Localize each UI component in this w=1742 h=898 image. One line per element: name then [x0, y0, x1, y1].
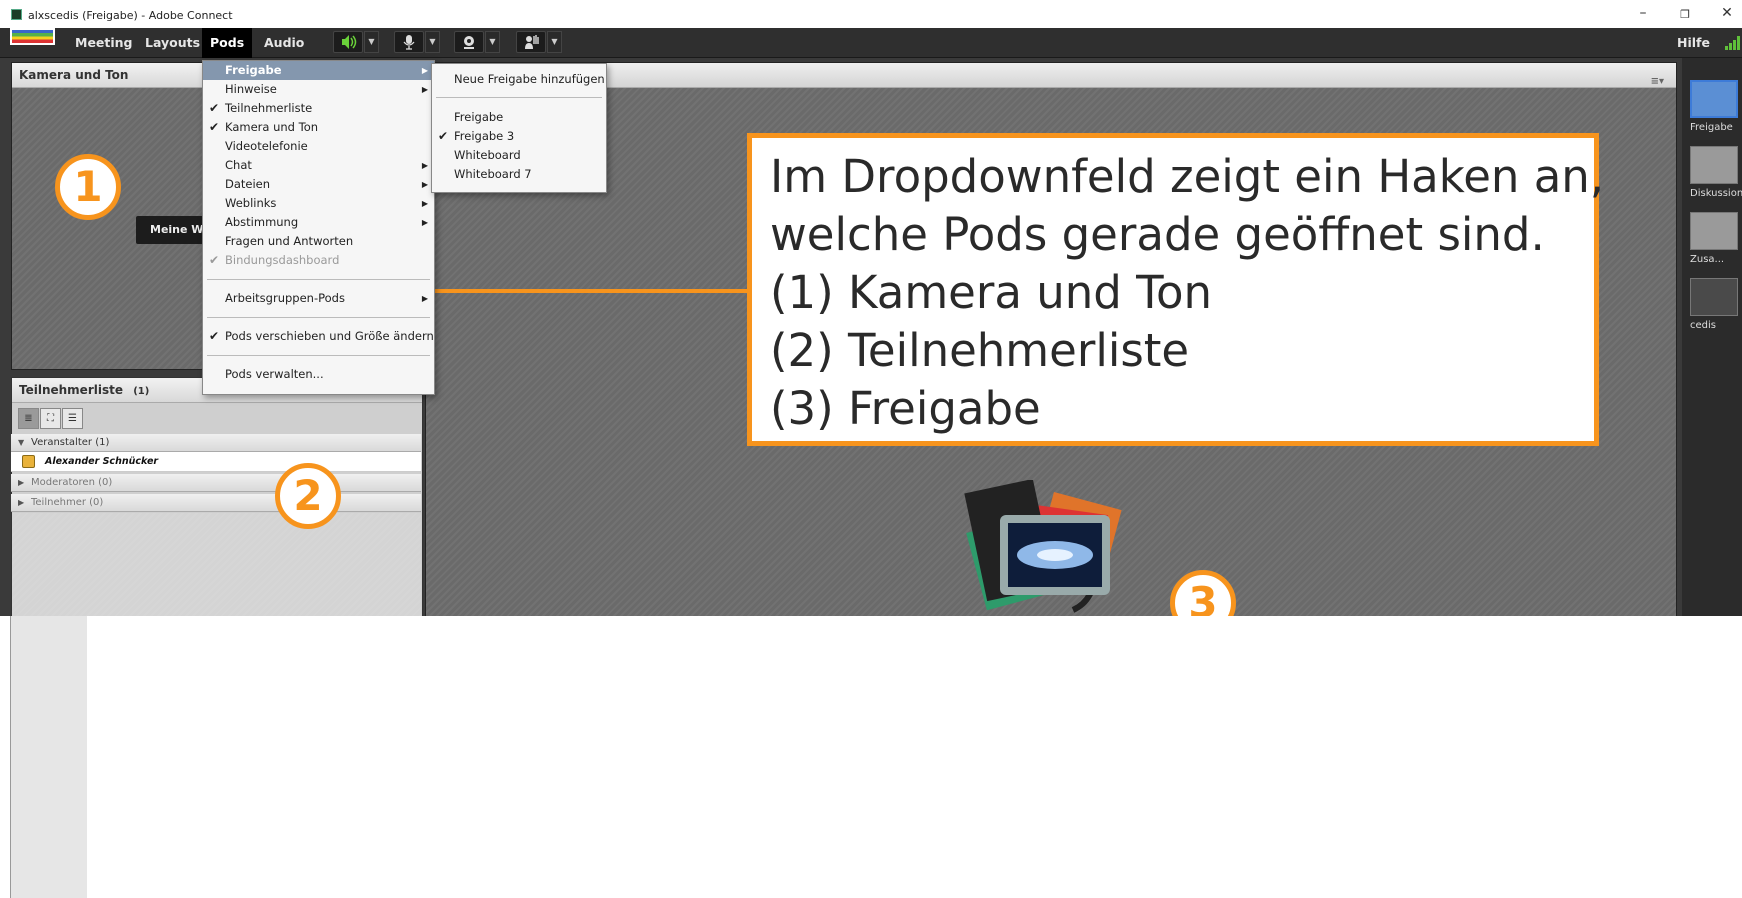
- speaker-dropdown-icon[interactable]: ▼: [364, 31, 379, 53]
- layout-zusammenarbeit[interactable]: Zusa...: [1690, 212, 1742, 265]
- app-icon: [11, 9, 22, 20]
- submenu-item-whiteboard[interactable]: Whiteboard: [432, 146, 606, 165]
- menu-item-pods-verwalten[interactable]: Pods verwalten...: [203, 365, 434, 384]
- menu-item-arbeitsgruppen-pods[interactable]: Arbeitsgruppen-Pods ▶: [203, 289, 434, 308]
- pods-dropdown-menu: Freigabe ▶ Hinweise ▶ ✔ Teilnehmerliste ✔ Ka…: [202, 60, 435, 395]
- webcam-dropdown-icon[interactable]: ▼: [485, 31, 500, 53]
- freigabe-submenu: Neue Freigabe hinzufügen Freigabe ✔ Freig…: [431, 63, 607, 193]
- webcam-icon[interactable]: [454, 31, 484, 53]
- submenu-arrow-icon: ▶: [421, 161, 428, 170]
- raise-hand-dropdown-icon[interactable]: ▼: [547, 31, 562, 53]
- window-titlebar: alxscedis (Freigabe) - Adobe Connect – ❐…: [0, 0, 1742, 28]
- group-participants[interactable]: ▶ Teilnehmer (0): [11, 494, 421, 512]
- menu-item-abstimmung[interactable]: Abstimmung ▶: [203, 213, 434, 232]
- menu-help[interactable]: Hilfe: [1669, 28, 1718, 58]
- checkmark-icon: ✔: [438, 129, 449, 143]
- menu-pods[interactable]: Pods: [202, 28, 253, 58]
- submenu-item-freigabe[interactable]: Freigabe: [432, 108, 606, 127]
- submenu-arrow-icon: ▶: [421, 85, 428, 94]
- grid-view-icon[interactable]: ⛶: [40, 408, 61, 429]
- menu-item-teilnehmerliste[interactable]: ✔ Teilnehmerliste: [203, 99, 434, 118]
- layout-diskussion[interactable]: Diskussion: [1690, 146, 1742, 199]
- minimize-button[interactable]: –: [1628, 5, 1658, 21]
- collapsed-arrow-icon: ▶: [18, 498, 25, 507]
- raise-hand-icon[interactable]: [516, 31, 546, 53]
- menu-layouts[interactable]: Layouts: [137, 28, 208, 58]
- menu-separator: [207, 279, 430, 280]
- attendee-view-toolbar: ≣ ⛶ ☰: [18, 408, 86, 430]
- menu-item-freigabe[interactable]: Freigabe ▶: [203, 61, 434, 80]
- menu-separator: [207, 317, 430, 318]
- list-view-icon[interactable]: ≣: [18, 408, 39, 429]
- collapsed-arrow-icon: ▶: [18, 478, 25, 487]
- menu-item-weblinks[interactable]: Weblinks ▶: [203, 194, 434, 213]
- expanded-arrow-icon: ▼: [18, 438, 25, 447]
- layout-thumbnail: [1690, 80, 1738, 118]
- menu-item-dateien[interactable]: Dateien ▶: [203, 175, 434, 194]
- menu-separator: [436, 97, 602, 98]
- callout-line: (1) Kamera und Ton: [770, 266, 1213, 319]
- checkmark-icon: ✔: [209, 329, 220, 343]
- window-title: alxscedis (Freigabe) - Adobe Connect: [28, 9, 233, 22]
- group-presenters[interactable]: ▶ Moderatoren (0): [11, 474, 421, 492]
- layout-freigabe[interactable]: Freigabe: [1690, 80, 1742, 133]
- badge-1: 1: [55, 154, 121, 220]
- submenu-item-freigabe-3[interactable]: ✔ Freigabe 3: [432, 127, 606, 146]
- callout-line: Im Dropdownfeld zeigt ein Haken an,: [770, 150, 1605, 203]
- speaker-icon[interactable]: [333, 31, 363, 53]
- badge-2: 2: [275, 463, 341, 529]
- share-content-illustration-icon: [964, 480, 1122, 613]
- layout-cedis[interactable]: cedis: [1690, 278, 1742, 331]
- attendee-list-empty-area: [12, 513, 421, 616]
- menu-item-chat[interactable]: Chat ▶: [203, 156, 434, 175]
- menu-item-videotelefonie[interactable]: Videotelefonie: [203, 137, 434, 156]
- submenu-item-whiteboard-7[interactable]: Whiteboard 7: [432, 165, 606, 184]
- menu-item-bindungsdashboard: ✔ Bindungsdashboard: [203, 251, 434, 270]
- submenu-item-neue-freigabe[interactable]: Neue Freigabe hinzufügen: [432, 70, 606, 89]
- submenu-arrow-icon: ▶: [421, 66, 428, 75]
- callout-connector: [430, 289, 748, 293]
- restore-button[interactable]: ❐: [1670, 8, 1700, 21]
- callout-line: (3) Freigabe: [770, 382, 1041, 435]
- menu-separator: [207, 355, 430, 356]
- checkmark-icon: ✔: [209, 120, 220, 134]
- close-button[interactable]: ✕: [1712, 5, 1742, 21]
- menu-item-kamera-und-ton[interactable]: ✔ Kamera und Ton: [203, 118, 434, 137]
- adobe-connect-logo-icon: [10, 28, 55, 45]
- callout-line: (2) Teilnehmerliste: [770, 324, 1190, 377]
- microphone-dropdown-icon[interactable]: ▼: [425, 31, 440, 53]
- menu-audio[interactable]: Audio: [256, 28, 312, 58]
- menu-item-fragen-und-antworten[interactable]: Fragen und Antworten: [203, 232, 434, 251]
- layout-thumbnail: [1690, 146, 1738, 184]
- host-user-icon: [22, 455, 35, 468]
- layout-thumbnail: [1690, 278, 1738, 316]
- microphone-icon[interactable]: [394, 31, 424, 53]
- attendee-count: (1): [133, 386, 150, 397]
- annotation-callout: Im Dropdownfeld zeigt ein Haken an, welc…: [747, 133, 1605, 446]
- user-detail-icon[interactable]: ☰: [62, 408, 83, 429]
- signal-strength-icon: [1725, 36, 1740, 50]
- submenu-arrow-icon: ▶: [421, 199, 428, 208]
- attendee-row[interactable]: Alexander Schnücker: [11, 452, 421, 472]
- layouts-bar: [1682, 58, 1742, 616]
- menu-meeting[interactable]: Meeting: [67, 28, 141, 58]
- left-gray-strip: [10, 616, 87, 898]
- attendee-pod-title: Teilnehmerliste: [19, 383, 123, 397]
- menu-item-pods-verschieben[interactable]: ✔ Pods verschieben und Größe ändern: [203, 327, 434, 346]
- submenu-arrow-icon: ▶: [421, 294, 428, 303]
- share-pod-header: ≡▾: [426, 63, 1676, 88]
- layout-thumbnail: [1690, 212, 1738, 250]
- menu-item-hinweise[interactable]: Hinweise ▶: [203, 80, 434, 99]
- submenu-arrow-icon: ▶: [421, 180, 428, 189]
- group-hosts[interactable]: ▼ Veranstalter (1): [11, 434, 421, 452]
- checkmark-icon: ✔: [209, 253, 220, 267]
- checkmark-icon: ✔: [209, 101, 220, 115]
- submenu-arrow-icon: ▶: [421, 218, 428, 227]
- callout-line: welche Pods gerade geöffnet sind.: [770, 208, 1545, 261]
- blank-bottom-area: [0, 616, 1742, 898]
